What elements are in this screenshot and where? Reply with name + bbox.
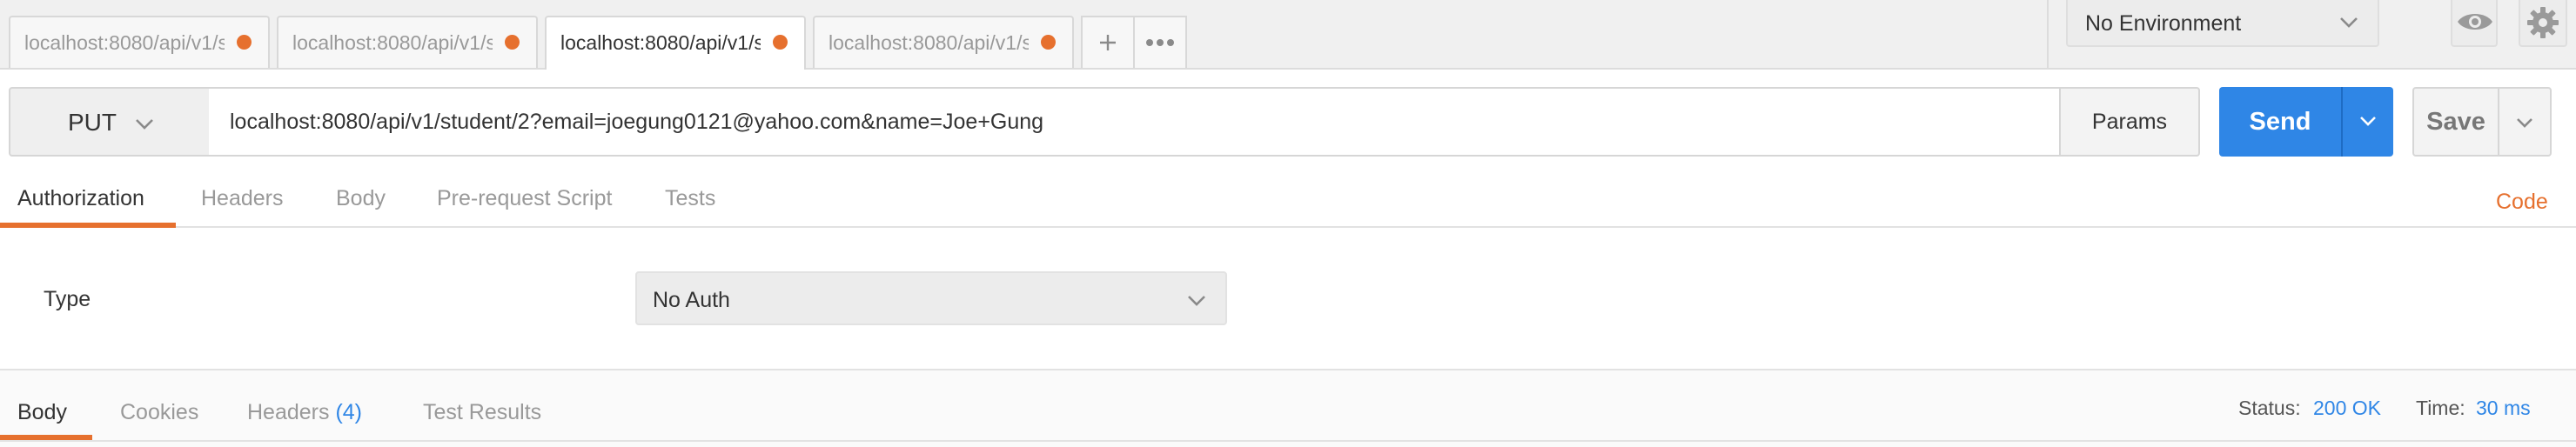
active-tab-indicator: [0, 223, 176, 228]
time-label: Time:: [2416, 397, 2465, 419]
environment-select[interactable]: No Environment: [2066, 0, 2379, 47]
chevron-down-icon: [2517, 118, 2532, 128]
unsaved-dot-icon: [773, 35, 788, 50]
request-tab[interactable]: localhost:8080/api/v1/student/2: [9, 16, 270, 68]
environment-quick-look-button[interactable]: [2451, 0, 2498, 47]
eye-icon: [2458, 14, 2492, 30]
auth-type-label: Type: [44, 287, 91, 311]
tab-authorization[interactable]: Authorization: [17, 184, 144, 212]
chevron-down-icon: [136, 119, 153, 130]
response-section: [0, 369, 2576, 447]
chevron-down-icon: [2360, 117, 2376, 126]
unsaved-dot-icon: [505, 35, 520, 50]
environment-select-label: No Environment: [2085, 11, 2242, 36]
request-tab[interactable]: localhost:8080/api/v1/student/2: [277, 16, 538, 68]
save-button[interactable]: Save: [2412, 87, 2499, 157]
request-url-input[interactable]: [209, 87, 2063, 157]
tab-pre-request-script[interactable]: Pre-request Script: [437, 184, 612, 212]
manage-environments-button[interactable]: [2519, 0, 2567, 47]
request-tab[interactable]: localhost:8080/api/v1/student/2: [813, 16, 1074, 68]
http-method-label: PUT: [68, 109, 117, 136]
request-tab-title: localhost:8080/api/v1/student/2: [292, 31, 493, 54]
plus-icon: [1100, 35, 1116, 51]
response-tab-body[interactable]: Body: [17, 398, 67, 426]
status-value: 200 OK: [2313, 397, 2381, 419]
response-tab-headers-label: Headers: [247, 400, 330, 424]
response-tab-cookies[interactable]: Cookies: [120, 398, 198, 426]
http-method-select[interactable]: PUT: [9, 87, 211, 157]
time-value: 30 ms: [2476, 397, 2531, 419]
status-label: Status:: [2238, 397, 2301, 419]
chevron-down-icon: [1188, 296, 1205, 306]
response-tabs-divider: [0, 440, 2576, 442]
tab-headers[interactable]: Headers: [201, 184, 284, 212]
request-tab-active[interactable]: localhost:8080/api/v1/student/2: [545, 16, 806, 70]
more-tabs-button[interactable]: [1133, 16, 1187, 68]
tab-body[interactable]: Body: [336, 184, 386, 212]
send-options-dropdown[interactable]: [2341, 87, 2393, 157]
auth-type-select[interactable]: No Auth: [635, 271, 1227, 325]
gear-icon: [2527, 7, 2559, 38]
request-tab-title: localhost:8080/api/v1/student/2: [560, 31, 761, 54]
environment-divider: [2047, 0, 2049, 70]
chevron-down-icon: [2340, 17, 2358, 28]
response-headers-count: (4): [335, 400, 363, 424]
tab-tests[interactable]: Tests: [665, 184, 715, 212]
generate-code-link[interactable]: Code: [2496, 188, 2548, 216]
unsaved-dot-icon: [237, 35, 252, 50]
request-tab-title: localhost:8080/api/v1/student/2: [24, 31, 225, 54]
auth-type-value: No Auth: [653, 288, 730, 312]
response-tab-headers[interactable]: Headers (4): [247, 398, 362, 426]
send-button[interactable]: Send: [2219, 87, 2341, 157]
params-button[interactable]: Params: [2059, 87, 2200, 157]
new-tab-button[interactable]: [1081, 16, 1135, 68]
unsaved-dot-icon: [1041, 35, 1056, 50]
more-horizontal-icon: [1146, 39, 1174, 47]
request-tab-title: localhost:8080/api/v1/student/2: [828, 31, 1029, 54]
request-section-tabs: Authorization Headers Body Pre-request S…: [0, 174, 2576, 228]
response-tab-test-results[interactable]: Test Results: [423, 398, 541, 426]
save-options-dropdown[interactable]: [2498, 87, 2552, 157]
authorization-panel: [0, 230, 2576, 369]
